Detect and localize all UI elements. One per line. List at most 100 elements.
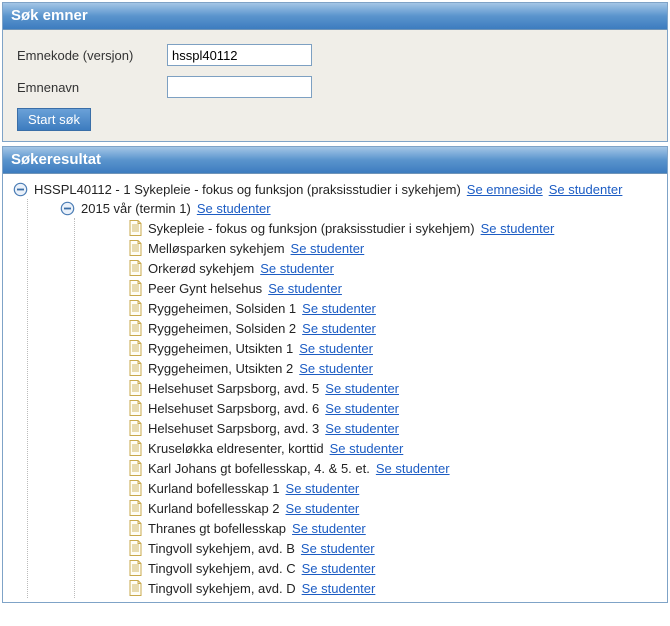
tree-leaf: Ryggeheimen, Utsikten 1 Se studenter (85, 338, 661, 358)
tree-leaf: Ryggeheimen, Solsiden 2 Se studenter (85, 318, 661, 338)
tree-leaf: Tingvoll sykehjem, avd. C Se studenter (85, 558, 661, 578)
tree-spacer (107, 241, 122, 256)
document-icon (128, 480, 142, 496)
link-students[interactable]: Se studenter (481, 221, 555, 236)
link-students[interactable]: Se studenter (299, 361, 373, 376)
leaf-label: Helsehuset Sarpsborg, avd. 5 (148, 381, 319, 396)
tree-leaf: Sykepleie - fokus og funksjon (praksisst… (85, 218, 661, 238)
search-form: Emnekode (versjon) Emnenavn Start søk (3, 30, 667, 141)
start-search-button[interactable]: Start søk (17, 108, 91, 131)
link-subjectpage[interactable]: Se emneside (467, 182, 543, 197)
link-students[interactable]: Se studenter (299, 341, 373, 356)
document-icon (128, 460, 142, 476)
document-icon (128, 300, 142, 316)
results-panel: Søkeresultat HSSPL40112 - 1 Sykepleie - … (2, 146, 668, 603)
leaf-label: Orkerød sykehjem (148, 261, 254, 276)
link-students[interactable]: Se studenter (197, 201, 271, 216)
tree-leaf: Peer Gynt helsehus Se studenter (85, 278, 661, 298)
collapse-icon[interactable] (13, 182, 28, 197)
link-students[interactable]: Se studenter (292, 521, 366, 536)
tree-spacer (107, 261, 122, 276)
leaf-label: Ryggeheimen, Solsiden 2 (148, 321, 296, 336)
tree-leaf: Melløsparken sykehjem Se studenter (85, 238, 661, 258)
tree-spacer (107, 581, 122, 596)
document-icon (128, 240, 142, 256)
document-icon (128, 360, 142, 376)
link-students[interactable]: Se studenter (286, 481, 360, 496)
tree-spacer (107, 561, 122, 576)
document-icon (128, 340, 142, 356)
leaf-label: Melløsparken sykehjem (148, 241, 285, 256)
tree-leaf: Tingvoll sykehjem, avd. B Se studenter (85, 538, 661, 558)
label-emnenavn: Emnenavn (17, 80, 167, 95)
tree-spacer (107, 221, 122, 236)
emnekode-input[interactable] (167, 44, 312, 66)
link-students[interactable]: Se studenter (302, 581, 376, 596)
link-students[interactable]: Se studenter (291, 241, 365, 256)
link-students[interactable]: Se studenter (286, 501, 360, 516)
form-row-code: Emnekode (versjon) (17, 44, 653, 66)
results-tree: HSSPL40112 - 1 Sykepleie - fokus og funk… (9, 180, 661, 598)
document-icon (128, 280, 142, 296)
tree-spacer (107, 381, 122, 396)
link-students[interactable]: Se studenter (376, 461, 450, 476)
tree-spacer (107, 401, 122, 416)
collapse-icon[interactable] (60, 201, 75, 216)
document-icon (128, 320, 142, 336)
leaf-label: Helsehuset Sarpsborg, avd. 6 (148, 401, 319, 416)
tree-spacer (107, 441, 122, 456)
link-students[interactable]: Se studenter (325, 381, 399, 396)
term-label: 2015 vår (termin 1) (81, 201, 191, 216)
leaf-label: Karl Johans gt bofellesskap, 4. & 5. et. (148, 461, 370, 476)
leaf-label: Kurland bofellesskap 2 (148, 501, 280, 516)
results-body: HSSPL40112 - 1 Sykepleie - fokus og funk… (3, 174, 667, 602)
link-students[interactable]: Se studenter (325, 421, 399, 436)
link-students[interactable]: Se studenter (302, 301, 376, 316)
form-row-name: Emnenavn (17, 76, 653, 98)
document-icon (128, 220, 142, 236)
leaf-label: Tingvoll sykehjem, avd. D (148, 581, 296, 596)
document-icon (128, 260, 142, 276)
label-emnekode: Emnekode (versjon) (17, 48, 167, 63)
link-students[interactable]: Se studenter (260, 261, 334, 276)
link-students[interactable]: Se studenter (302, 561, 376, 576)
tree-leaf: Helsehuset Sarpsborg, avd. 3 Se studente… (85, 418, 661, 438)
leaf-label: Kurland bofellesskap 1 (148, 481, 280, 496)
emnenavn-input[interactable] (167, 76, 312, 98)
tree-leaf: Kurland bofellesskap 1 Se studenter (85, 478, 661, 498)
link-students[interactable]: Se studenter (549, 182, 623, 197)
leaf-label: Ryggeheimen, Utsikten 1 (148, 341, 293, 356)
document-icon (128, 500, 142, 516)
document-icon (128, 420, 142, 436)
tree-spacer (107, 521, 122, 536)
tree-leaf: Kurland bofellesskap 2 Se studenter (85, 498, 661, 518)
tree-spacer (107, 281, 122, 296)
tree-spacer (107, 321, 122, 336)
leaf-label: Tingvoll sykehjem, avd. B (148, 541, 295, 556)
document-icon (128, 400, 142, 416)
link-students[interactable]: Se studenter (302, 321, 376, 336)
tree-leaf: Kruseløkka eldresenter, korttid Se stude… (85, 438, 661, 458)
document-icon (128, 380, 142, 396)
leaf-label: Ryggeheimen, Solsiden 1 (148, 301, 296, 316)
link-students[interactable]: Se studenter (268, 281, 342, 296)
leaf-label: Thranes gt bofellesskap (148, 521, 286, 536)
tree-spacer (107, 461, 122, 476)
document-icon (128, 520, 142, 536)
link-students[interactable]: Se studenter (325, 401, 399, 416)
tree-leaf: Ryggeheimen, Solsiden 1 Se studenter (85, 298, 661, 318)
tree-term: 2015 vår (termin 1) Se studenter Sykeple… (38, 199, 661, 598)
tree-spacer (107, 301, 122, 316)
tree-leaf: Helsehuset Sarpsborg, avd. 6 Se studente… (85, 398, 661, 418)
tree-spacer (107, 541, 122, 556)
document-icon (128, 540, 142, 556)
tree-root: HSSPL40112 - 1 Sykepleie - fokus og funk… (9, 180, 661, 598)
leaf-label: Sykepleie - fokus og funksjon (praksisst… (148, 221, 475, 236)
link-students[interactable]: Se studenter (330, 441, 404, 456)
search-panel: Søk emner Emnekode (versjon) Emnenavn St… (2, 2, 668, 142)
tree-spacer (107, 341, 122, 356)
tree-spacer (107, 421, 122, 436)
leaf-label: Peer Gynt helsehus (148, 281, 262, 296)
link-students[interactable]: Se studenter (301, 541, 375, 556)
tree-spacer (107, 501, 122, 516)
